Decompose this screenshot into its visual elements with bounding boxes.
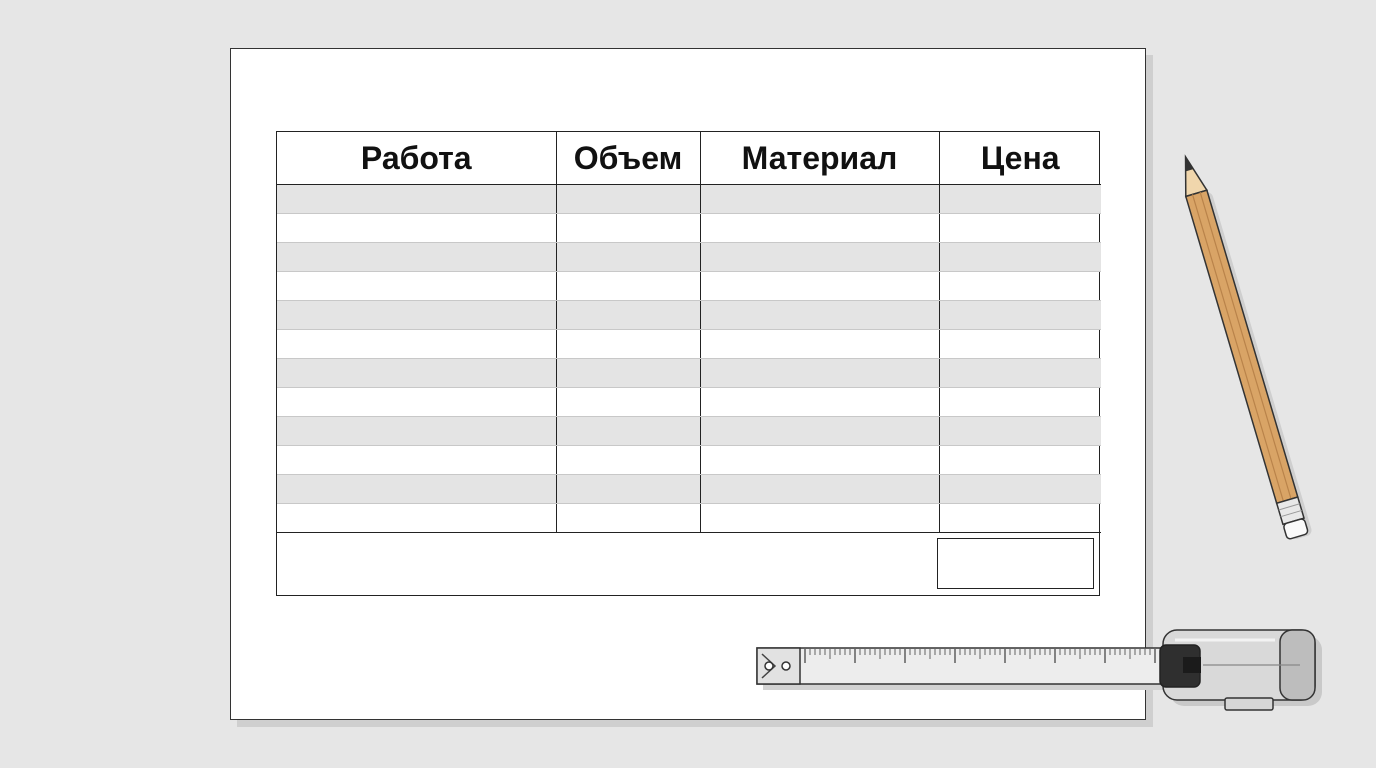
scene: Работа Объем Материал Цена xyxy=(0,0,1376,768)
tape-measure-icon xyxy=(756,629,1322,711)
